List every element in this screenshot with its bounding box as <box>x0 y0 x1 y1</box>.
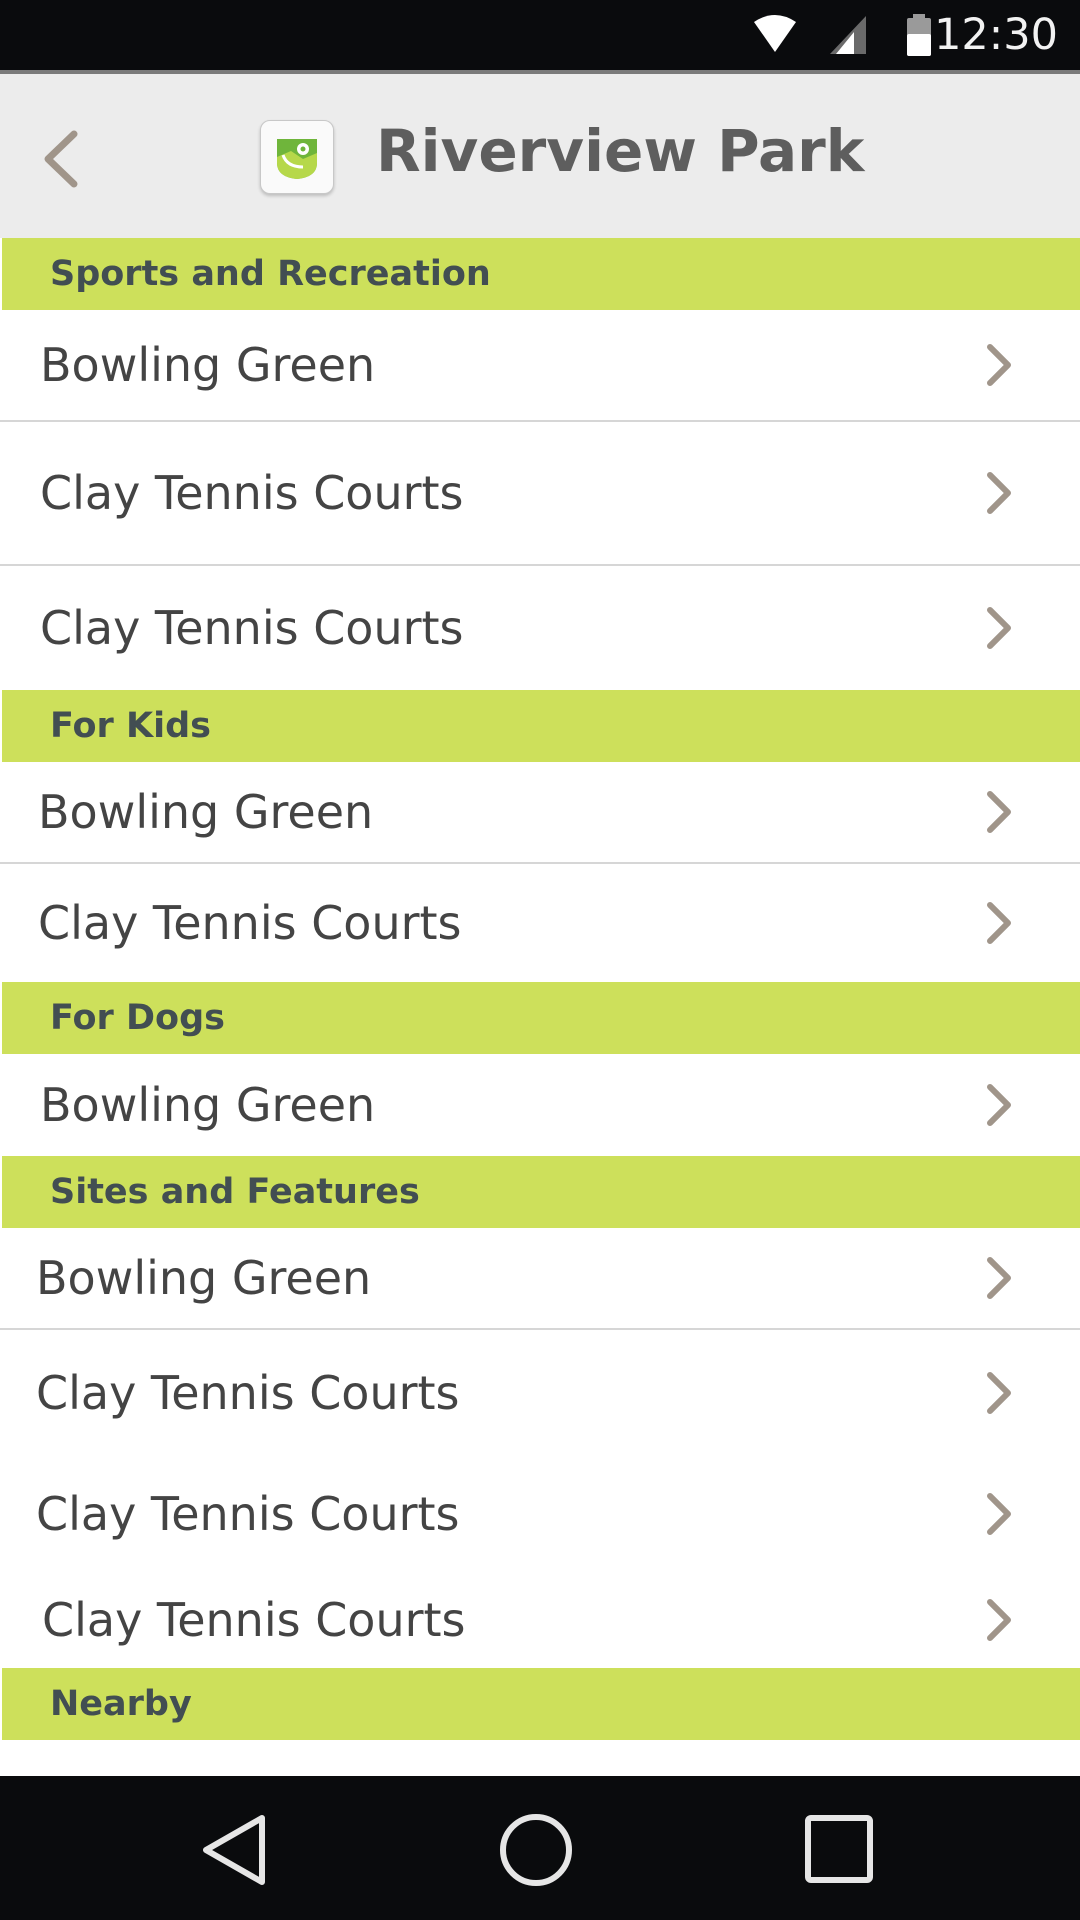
section-title: Nearby <box>50 1684 192 1724</box>
list-item-clay-tennis-courts[interactable]: Clay Tennis Courts <box>0 864 1080 982</box>
chevron-right-icon <box>987 1599 1011 1641</box>
list-item-label: Bowling Green <box>40 1078 376 1132</box>
list-item-label: Bowling Green <box>40 338 376 392</box>
chevron-right-icon <box>987 1493 1011 1535</box>
list-item-label: Clay Tennis Courts <box>40 466 464 520</box>
list-item-clay-tennis-courts[interactable]: Clay Tennis Courts <box>0 1456 1080 1572</box>
battery-icon <box>907 14 931 56</box>
section-title: For Kids <box>50 706 211 746</box>
section-header-sports: Sports and Recreation <box>2 238 1080 310</box>
app-header: Riverview Park <box>0 70 1080 238</box>
list-item-label: Clay Tennis Courts <box>42 1593 466 1647</box>
list-item-label: Bowling Green <box>38 785 374 839</box>
section-header-for-kids: For Kids <box>2 690 1080 762</box>
list-item-label: Bowling Green <box>36 1251 372 1305</box>
recents-square-icon[interactable] <box>804 1814 874 1884</box>
list-item-label: Clay Tennis Courts <box>40 601 464 655</box>
list-item-label: Clay Tennis Courts <box>36 1366 460 1420</box>
back-button[interactable] <box>30 124 100 194</box>
wifi-icon <box>754 15 796 52</box>
system-nav-bar <box>0 1776 1080 1920</box>
back-triangle-icon[interactable] <box>198 1812 270 1888</box>
section-title: Sports and Recreation <box>50 254 491 294</box>
section-header-sites-and-features: Sites and Features <box>2 1156 1080 1228</box>
chevron-right-icon <box>987 1372 1011 1414</box>
section-title: Sites and Features <box>50 1172 420 1212</box>
section-title: For Dogs <box>50 998 225 1038</box>
status-time: 12:30 <box>934 10 1058 60</box>
chevron-right-icon <box>987 472 1011 514</box>
section-header-for-dogs: For Dogs <box>2 982 1080 1054</box>
home-circle-icon[interactable] <box>498 1812 574 1888</box>
list-item-bowling-green[interactable]: Bowling Green <box>0 762 1080 862</box>
park-map-logo-icon <box>277 139 317 179</box>
list-item-label: Clay Tennis Courts <box>38 896 462 950</box>
chevron-right-icon <box>987 1257 1011 1299</box>
page-title: Riverview Park <box>376 117 865 185</box>
list-item-bowling-green[interactable]: Bowling Green <box>0 1228 1080 1328</box>
chevron-right-icon <box>987 791 1011 833</box>
list-item-bowling-green[interactable]: Bowling Green <box>0 310 1080 420</box>
signal-icon <box>830 16 866 54</box>
section-header-nearby: Nearby <box>2 1668 1080 1740</box>
chevron-right-icon <box>987 607 1011 649</box>
list-item-label: Clay Tennis Courts <box>36 1487 460 1541</box>
list-item-clay-tennis-courts[interactable]: Clay Tennis Courts <box>0 1572 1080 1668</box>
chevron-right-icon <box>987 344 1011 386</box>
chevron-right-icon <box>987 902 1011 944</box>
list-item-clay-tennis-courts[interactable]: Clay Tennis Courts <box>0 422 1080 564</box>
app-logo <box>260 120 334 194</box>
chevron-right-icon <box>987 1084 1011 1126</box>
status-bar: 12:30 <box>0 0 1080 70</box>
list-item-clay-tennis-courts[interactable]: Clay Tennis Courts <box>0 566 1080 690</box>
list-item-bowling-green[interactable]: Bowling Green <box>0 1054 1080 1156</box>
list-item-clay-tennis-courts[interactable]: Clay Tennis Courts <box>0 1330 1080 1456</box>
